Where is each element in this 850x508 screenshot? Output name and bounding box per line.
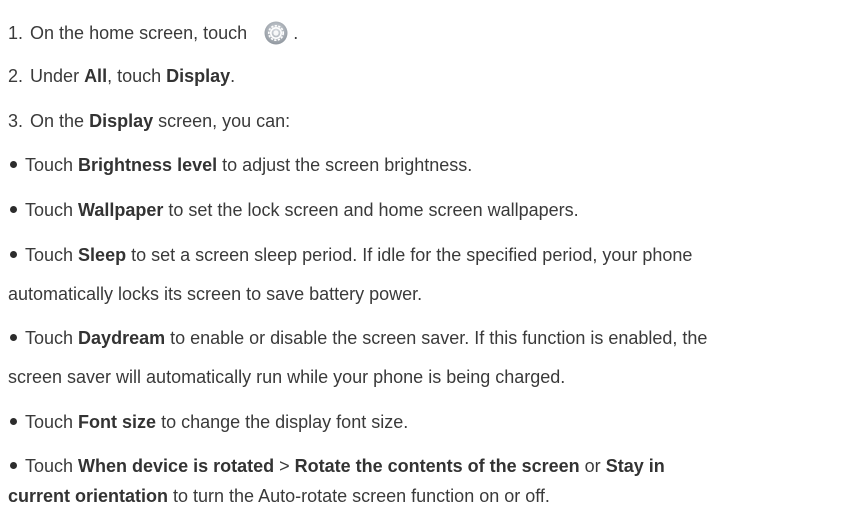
step-1: 1. On the home screen, touch . — [8, 21, 298, 45]
instruction-page: 1. On the home screen, touch . 2. Under … — [0, 0, 850, 508]
menu-term: Stay in — [605, 456, 665, 476]
step-text: , touch — [107, 66, 167, 86]
menu-term: When device is rotated — [78, 456, 275, 476]
step-text: On the home screen, touch — [30, 23, 248, 43]
bullet-item: Touch Font size to change the display fo… — [8, 411, 408, 433]
menu-term: Daydream — [78, 328, 166, 348]
menu-term-display: Display — [89, 111, 154, 131]
bullet-dot — [10, 206, 17, 214]
bullet-text: to turn the Auto-rotate screen function … — [168, 486, 550, 506]
bullet-text: to set a screen sleep period. If idle fo… — [126, 245, 693, 265]
menu-term: Rotate the contents of the screen — [294, 456, 580, 476]
menu-term: current orientation — [8, 486, 169, 506]
menu-term: Brightness level — [78, 155, 218, 175]
bullet-text: to adjust the screen brightness. — [217, 155, 473, 175]
bullet-text: screen saver will automatically run whil… — [8, 367, 566, 387]
bullet-text: Touch — [25, 155, 79, 175]
menu-term: Wallpaper — [78, 200, 164, 220]
bullet-dot — [10, 334, 17, 342]
bullet-item: Touch Wallpaper to set the lock screen a… — [8, 199, 579, 221]
step-text: . — [230, 66, 236, 86]
bullet-text: > — [274, 456, 295, 476]
step-text-end: . — [293, 23, 299, 43]
bullet-continuation: current orientation to turn the Auto-rot… — [8, 485, 550, 507]
bullet-text: automatically locks its screen to save b… — [8, 284, 423, 304]
menu-term-all: All — [84, 66, 108, 86]
step-2: 2. Under All, touch Display. — [8, 65, 235, 87]
menu-term: Sleep — [78, 245, 127, 265]
bullet-text: to set the lock screen and home screen w… — [163, 200, 579, 220]
step-text: On the — [30, 111, 90, 131]
bullet-continuation: screen saver will automatically run whil… — [8, 366, 565, 388]
bullet-text: Touch — [25, 245, 79, 265]
menu-term-display: Display — [166, 66, 231, 86]
menu-term: Font size — [78, 412, 157, 432]
bullet-item: Touch Sleep to set a screen sleep period… — [8, 244, 692, 266]
step-number: 3. — [8, 111, 24, 131]
bullet-dot — [10, 251, 17, 259]
bullet-item: Touch When device is rotated > Rotate th… — [8, 455, 665, 477]
settings-gear-icon — [264, 21, 288, 45]
bullet-text: Touch — [25, 328, 79, 348]
step-number: 1. — [8, 23, 24, 43]
bullet-text: Touch — [25, 200, 79, 220]
step-text: screen, you can: — [153, 111, 291, 131]
bullet-dot — [10, 418, 17, 426]
bullet-dot — [10, 462, 17, 470]
step-text: Under — [30, 66, 85, 86]
bullet-item: Touch Daydream to enable or disable the … — [8, 327, 707, 349]
bullet-continuation: automatically locks its screen to save b… — [8, 283, 422, 305]
bullet-text: Touch — [25, 456, 79, 476]
bullet-item: Touch Brightness level to adjust the scr… — [8, 154, 472, 176]
bullet-text: or — [579, 456, 606, 476]
bullet-text: to enable or disable the screen saver. I… — [165, 328, 708, 348]
step-number: 2. — [8, 66, 24, 86]
bullet-text: to change the display font size. — [156, 412, 409, 432]
bullet-text: Touch — [25, 412, 79, 432]
bullet-dot — [10, 161, 17, 169]
step-3: 3. On the Display screen, you can: — [8, 110, 290, 132]
